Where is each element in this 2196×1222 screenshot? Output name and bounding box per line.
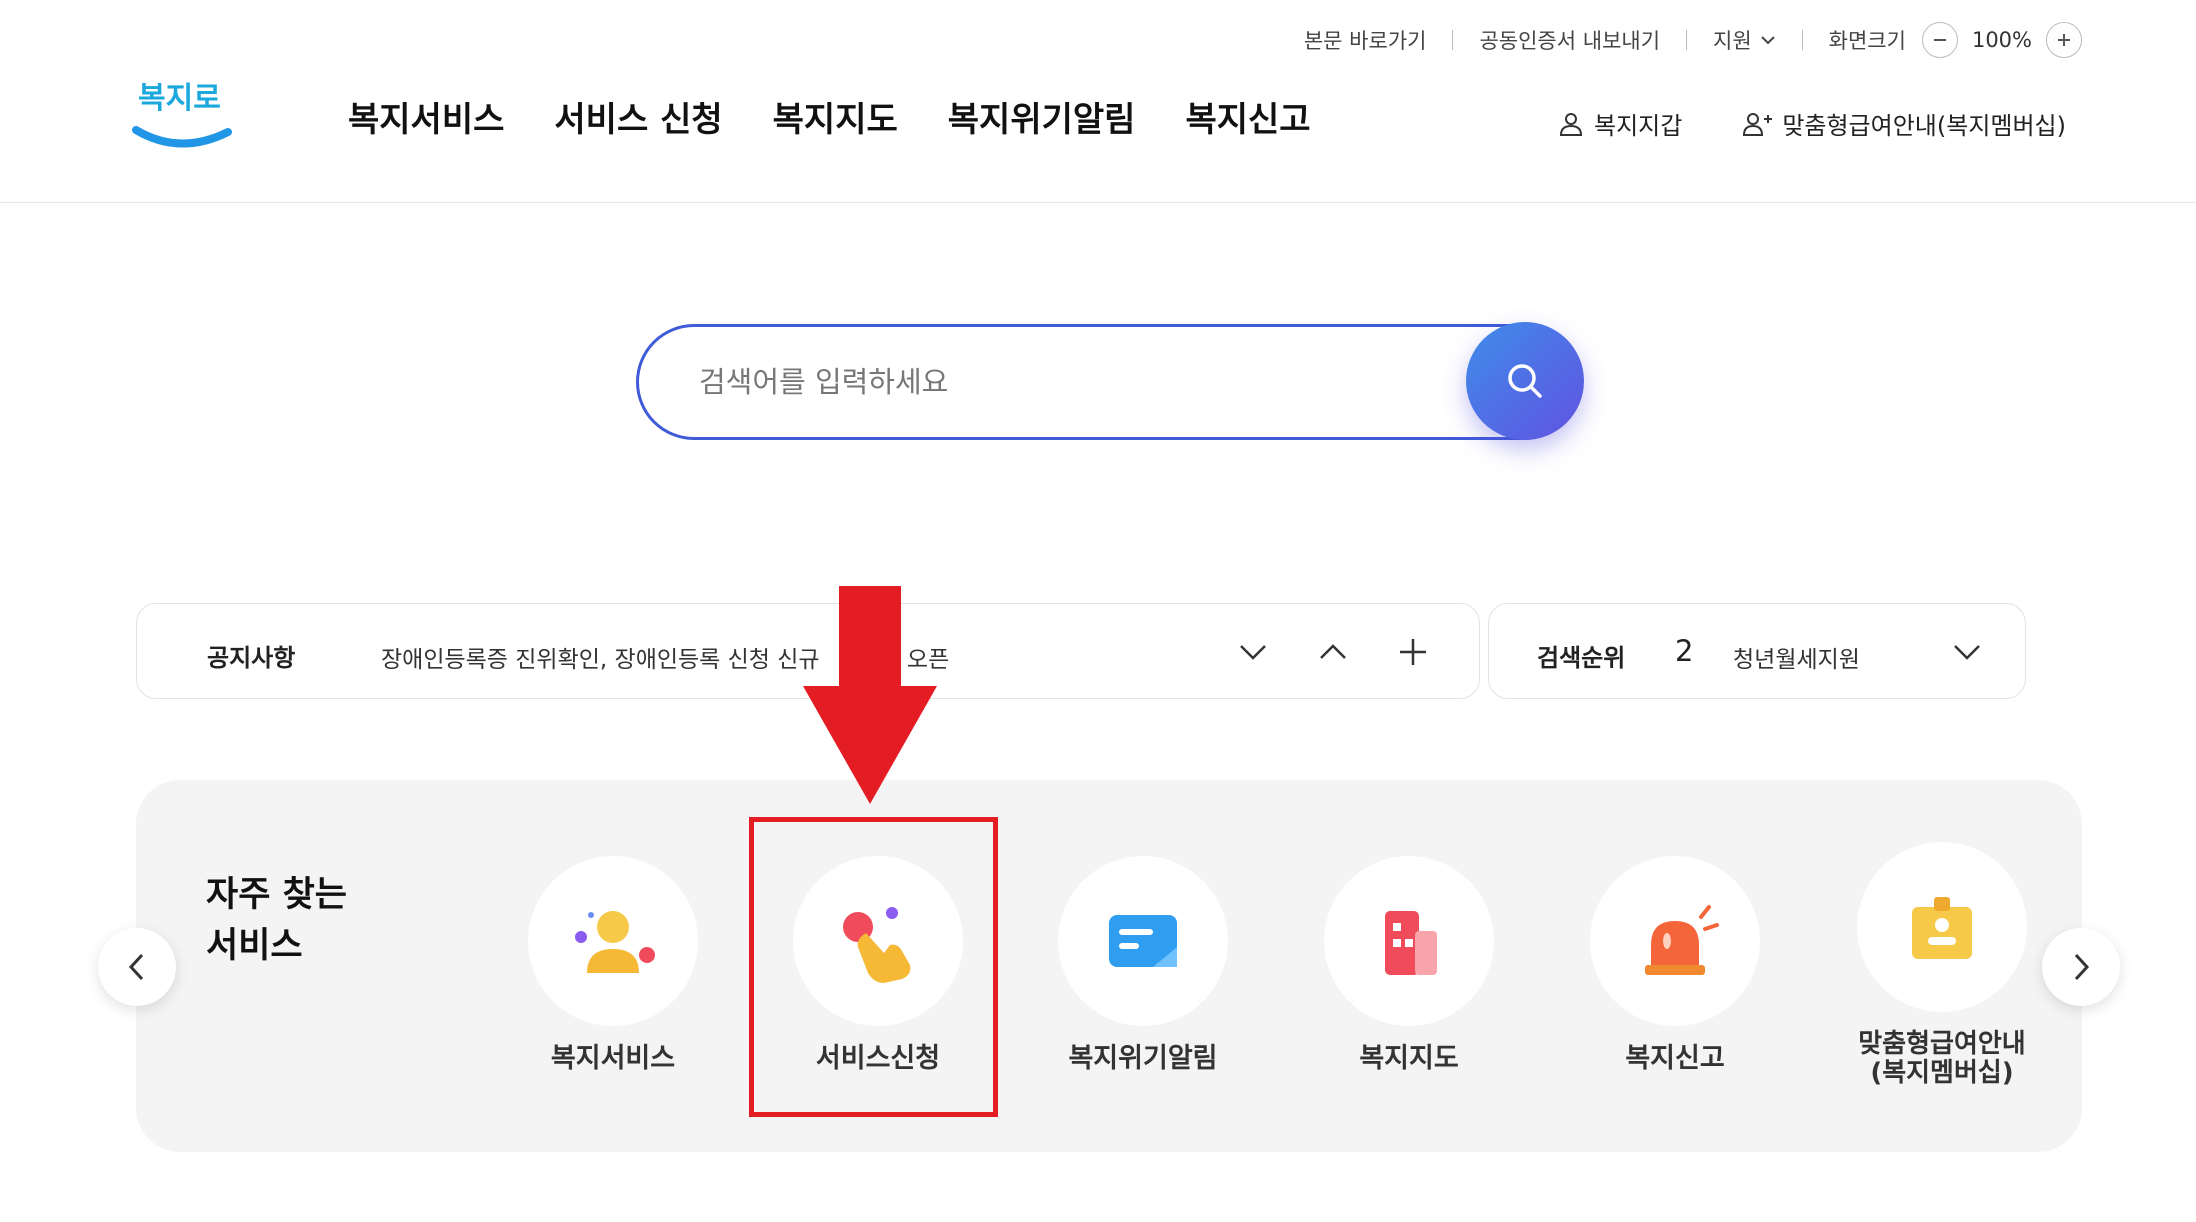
service-label-line-2: (복지멤버십) (1870, 1057, 2014, 1088)
plus-icon (1400, 639, 1426, 665)
plus-icon (2058, 34, 2070, 46)
zoom-in-button[interactable] (2046, 22, 2082, 58)
service-icon-circle (528, 856, 698, 1026)
logo[interactable]: 복지로 (132, 72, 232, 156)
nav-welfare-report[interactable]: 복지신고 (1185, 92, 1310, 141)
frequent-services-title: 자주 찾는 서비스 (206, 870, 347, 972)
chevron-right-icon (2074, 953, 2090, 981)
service-icon-circle (1058, 856, 1228, 1026)
building-icon (1385, 911, 1437, 975)
notice-prev-button[interactable] (1311, 630, 1355, 674)
notice-text-main: 장애인등록증 진위확인, 장애인등록 신청 신규 (381, 647, 820, 673)
rank-keyword[interactable]: 청년월세지원 (1733, 640, 1863, 674)
logo-text: 복지로 (138, 81, 221, 116)
service-label: 복지지도 (1359, 1043, 1459, 1074)
user-icon (1559, 112, 1582, 136)
chevron-down-icon (1760, 36, 1775, 45)
skip-to-content-link[interactable]: 본문 바로가기 (1304, 25, 1427, 55)
utility-bar: 본문 바로가기 공동인증서 내보내기 지원 화면크기 100% (1304, 22, 2082, 58)
nav-welfare-service[interactable]: 복지서비스 (348, 92, 504, 141)
minus-icon (1933, 39, 1946, 41)
chevron-left-icon (128, 953, 144, 981)
carousel-prev-button[interactable] (98, 928, 176, 1006)
support-menu[interactable]: 지원 (1713, 25, 1776, 55)
service-item-crisis-alert[interactable]: 복지위기알림 (993, 856, 1293, 1074)
header-divider (0, 202, 2196, 203)
search-box (636, 324, 1582, 440)
chevron-up-icon (1320, 644, 1346, 659)
cert-export-link[interactable]: 공동인증서 내보내기 (1479, 25, 1660, 55)
nav-crisis-alert[interactable]: 복지위기알림 (948, 92, 1136, 141)
zoom-level: 100% (1971, 28, 2032, 52)
service-icon-circle (1324, 856, 1494, 1026)
screen-size-label: 화면크기 (1828, 29, 1906, 53)
service-icon-circle (1857, 842, 2027, 1012)
service-item-welfare[interactable]: 복지서비스 (463, 856, 763, 1074)
service-label-line-1: 맞춤형급여안내 (1858, 1029, 2026, 1059)
rank-number: 2 (1675, 634, 1694, 668)
service-icon-circle (1590, 856, 1760, 1026)
search-input[interactable] (699, 357, 1459, 407)
zoom-out-button[interactable] (1921, 22, 1958, 58)
annotation-highlight-box (749, 817, 998, 1117)
search-button[interactable] (1466, 322, 1584, 440)
header-user-menu: 복지지갑 맞춤형급여안내(복지멤버십) (1558, 106, 2066, 141)
title-line-1: 자주 찾는 (206, 875, 347, 915)
service-label: 복지서비스 (550, 1043, 676, 1074)
divider (1801, 30, 1803, 50)
divider (1686, 30, 1688, 50)
id-card-icon (1912, 897, 1972, 959)
title-line-2: 서비스 (206, 925, 303, 966)
carousel-next-button[interactable] (2042, 928, 2120, 1006)
membership-label: 맞춤형급여안내(복지멤버십) (1782, 112, 2066, 140)
siren-icon (1645, 905, 1719, 975)
membership-link[interactable]: 맞춤형급여안내(복지멤버십) (1742, 106, 2066, 141)
service-label: 맞춤형급여안내 (복지멤버십) (1792, 1030, 2092, 1087)
user-add-icon (1743, 112, 1773, 136)
service-label: 복지위기알림 (1068, 1043, 1218, 1074)
person-icon (575, 911, 655, 973)
search-icon (1508, 364, 1542, 398)
service-item-welfare-map[interactable]: 복지지도 (1259, 856, 1559, 1074)
service-item-report[interactable]: 복지신고 (1525, 856, 1825, 1074)
notice-text[interactable]: 장애인등록증 진위확인, 장애인등록 신청 신규 오픈 (381, 640, 1101, 674)
support-label: 지원 (1713, 29, 1752, 53)
rank-label: 검색순위 (1537, 644, 1626, 672)
divider (1452, 30, 1454, 50)
wallet-label: 복지지갑 (1593, 112, 1683, 140)
rank-expand-button[interactable] (1945, 630, 1989, 674)
wallet-link[interactable]: 복지지갑 (1558, 106, 1682, 141)
notice-next-button[interactable] (1231, 630, 1275, 674)
logo-mark-icon: 복지로 (132, 81, 232, 148)
main-nav: 복지서비스 서비스 신청 복지지도 복지위기알림 복지신고 (348, 92, 1311, 141)
notice-label: 공지사항 (207, 644, 296, 672)
nav-welfare-map[interactable]: 복지지도 (773, 92, 898, 141)
message-icon (1109, 915, 1177, 967)
frequent-services-panel: 자주 찾는 서비스 복지서비스 서비스신청 복지위기알림 복지지도 복지신고 맞… (136, 780, 2082, 1152)
nav-service-apply[interactable]: 서비스 신청 (554, 92, 722, 141)
service-label: 복지신고 (1625, 1043, 1725, 1074)
search-rank-bar: 검색순위 2 청년월세지원 (1488, 603, 2026, 699)
chevron-down-icon (1954, 645, 1980, 660)
annotation-arrow-icon (803, 586, 937, 804)
notice-more-button[interactable] (1391, 630, 1435, 674)
chevron-down-icon (1240, 645, 1266, 660)
